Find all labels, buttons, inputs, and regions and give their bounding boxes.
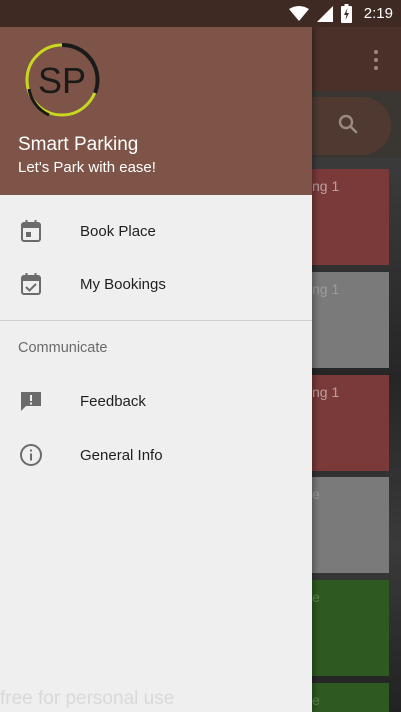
signal-icon [316,5,333,22]
watermark: free for personal use [0,688,175,709]
svg-text:SP: SP [38,60,86,101]
menu-item-feedback[interactable]: Feedback [0,375,312,427]
app-name: Smart Parking [18,134,139,155]
search-icon[interactable] [336,112,360,136]
status-time: 2:19 [363,5,393,22]
calendar-icon [19,219,43,243]
parking-card-title: e [312,589,320,605]
parking-card-title: ng 1 [312,384,340,400]
parking-card-title: e [312,486,320,502]
navigation-drawer: SP Smart Parking Let's Park with ease! B… [0,27,312,712]
status-bar: 2:19 [0,0,401,27]
drawer-header: SP Smart Parking Let's Park with ease! [0,27,312,195]
parking-card-title: ng 1 [312,281,340,297]
menu-divider [0,320,312,321]
menu-item-label: General Info [80,446,163,464]
app-tagline: Let's Park with ease! [18,159,156,176]
app-logo: SP [25,42,100,117]
menu-item-label: Book Place [80,222,156,240]
menu-item-label: Feedback [80,392,146,410]
menu-item-general-info[interactable]: General Info [0,429,312,481]
calendar-check-icon [19,272,43,296]
battery-charging-icon [340,4,352,23]
feedback-icon [19,389,43,413]
menu-item-my-bookings[interactable]: My Bookings [0,258,312,310]
menu-item-book-place[interactable]: Book Place [0,205,312,257]
parking-card-title: ng 1 [312,178,340,194]
info-icon [19,443,43,467]
section-title-communicate: Communicate [18,340,108,356]
overflow-menu-icon[interactable] [373,50,379,70]
parking-card-title: e [312,692,320,708]
menu-item-label: My Bookings [80,275,166,293]
wifi-icon [288,5,309,21]
